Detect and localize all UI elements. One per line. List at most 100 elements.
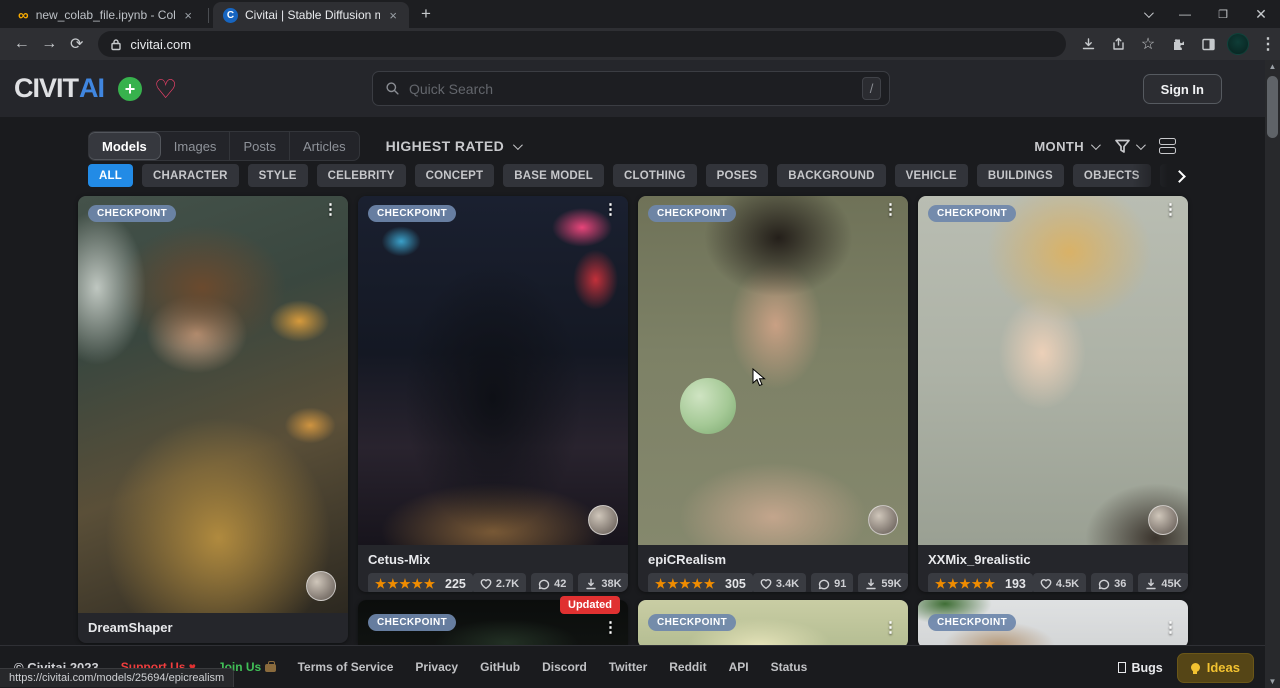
tab-search-icon[interactable] (1128, 7, 1166, 21)
tab-colab[interactable]: ∞ new_colab_file.ipynb - Colaborat × (8, 2, 204, 28)
bugs-link[interactable]: Bugs (1118, 661, 1163, 675)
downloads-count: 45K (1161, 578, 1181, 590)
likes-stat: 4.5K (1033, 573, 1086, 592)
browser-tabstrip: ∞ new_colab_file.ipynb - Colaborat × C C… (0, 0, 1280, 28)
reddit-link[interactable]: Reddit (669, 660, 706, 674)
heart-icon (1040, 578, 1052, 590)
twitter-link[interactable]: Twitter (609, 660, 647, 674)
category-pill[interactable]: BUILDINGS (977, 164, 1064, 187)
card-menu-icon[interactable]: ⋮ (883, 202, 898, 219)
model-card-dreamshaper[interactable]: CHECKPOINT ⋮ DreamShaper (78, 196, 348, 643)
model-card-cetus-mix[interactable]: CHECKPOINT ⋮ Cetus-Mix ★★★★★225 2.7K 42 … (358, 196, 628, 592)
tab-articles[interactable]: Articles (290, 132, 359, 160)
scroll-down-icon[interactable]: ▼ (1265, 677, 1280, 686)
quick-search[interactable]: / (372, 71, 890, 106)
category-pill[interactable]: CHARACTER (142, 164, 239, 187)
status-link[interactable]: Status (771, 660, 808, 674)
privacy-link[interactable]: Privacy (415, 660, 458, 674)
model-card-row2[interactable]: CHECKPOINT ⋮ (638, 600, 908, 648)
likes-count: 2.7K (496, 578, 519, 590)
forward-button[interactable]: → (35, 35, 62, 53)
tab-posts[interactable]: Posts (230, 132, 290, 160)
favorites-heart-icon[interactable]: ♡ (154, 76, 177, 102)
scroll-up-icon[interactable]: ▲ (1265, 62, 1280, 71)
profile-avatar[interactable] (1226, 32, 1250, 56)
terms-link[interactable]: Terms of Service (298, 660, 394, 674)
tab-models[interactable]: Models (88, 132, 161, 160)
browser-toolbar: ← → ⟳ civitai.com ☆ ⋮ (0, 28, 1280, 60)
category-pill[interactable]: VEHICLE (895, 164, 968, 187)
discord-link[interactable]: Discord (542, 660, 587, 674)
comments-stat: 36 (1091, 573, 1133, 592)
creator-avatar[interactable] (306, 571, 336, 601)
model-card-epicrealism[interactable]: CHECKPOINT ⋮ epiCRealism ★★★★★305 3.4K 9… (638, 196, 908, 592)
tab-civitai[interactable]: C Civitai | Stable Diffusion models, × (213, 2, 409, 28)
model-image: CHECKPOINT ⋮ (638, 196, 908, 545)
card-menu-icon[interactable]: ⋮ (323, 202, 338, 219)
api-link[interactable]: API (729, 660, 749, 674)
category-pill[interactable]: BACKGROUND (777, 164, 885, 187)
create-plus-button[interactable]: + (118, 77, 142, 101)
toolbar-icons: ☆ ⋮ (1076, 32, 1280, 56)
category-pill[interactable]: BASE MODEL (503, 164, 604, 187)
sort-dropdown[interactable]: HIGHEST RATED (386, 138, 521, 154)
category-pill[interactable]: POSES (706, 164, 769, 187)
comments-count: 36 (1114, 578, 1126, 590)
checkpoint-badge: CHECKPOINT (648, 205, 736, 222)
ideas-button[interactable]: Ideas (1177, 653, 1254, 683)
categories-scroll-right-icon[interactable] (1170, 166, 1188, 186)
creator-avatar[interactable] (1148, 505, 1178, 535)
github-link[interactable]: GitHub (480, 660, 520, 674)
category-pill-all[interactable]: ALL (88, 164, 133, 187)
likes-stat: 3.4K (753, 573, 806, 592)
close-window-button[interactable]: ✕ (1242, 6, 1280, 23)
reload-button[interactable]: ⟳ (63, 34, 90, 54)
card-menu-icon[interactable]: ⋮ (603, 202, 618, 219)
civitai-logo[interactable]: CIVITAI (14, 73, 104, 104)
model-card-xxmix9realistic[interactable]: CHECKPOINT ⋮ XXMix_9realistic ★★★★★193 4… (918, 196, 1188, 592)
sort-label: HIGHEST RATED (386, 138, 505, 154)
sign-in-button[interactable]: Sign In (1143, 74, 1222, 104)
creator-avatar[interactable] (868, 505, 898, 535)
tab-title: new_colab_file.ipynb - Colaborat (36, 8, 176, 22)
likes-count: 3.4K (776, 578, 799, 590)
link-status-bubble: https://civitai.com/models/25694/epicrea… (0, 668, 234, 687)
category-pill[interactable]: CELEBRITY (317, 164, 406, 187)
comments-stat: 91 (811, 573, 853, 592)
creator-avatar[interactable] (588, 505, 618, 535)
card-size-toggle-icon[interactable] (1159, 138, 1176, 154)
bookmark-star-icon[interactable]: ☆ (1136, 32, 1160, 56)
side-panel-icon[interactable] (1196, 32, 1220, 56)
category-pill[interactable]: CLOTHING (613, 164, 697, 187)
card-menu-icon[interactable]: ⋮ (883, 620, 898, 637)
address-bar[interactable]: civitai.com (98, 31, 1066, 57)
minimize-button[interactable]: — (1166, 7, 1204, 21)
model-card-row2[interactable]: CHECKPOINT ⋮ Updated (358, 600, 628, 648)
category-pill[interactable]: CONCEPT (415, 164, 495, 187)
extensions-icon[interactable] (1166, 32, 1190, 56)
scrollbar-thumb[interactable] (1267, 76, 1278, 138)
back-button[interactable]: ← (8, 35, 35, 53)
page-scrollbar[interactable]: ▲ ▼ (1265, 60, 1280, 688)
filter-dropdown[interactable] (1114, 138, 1143, 154)
search-input[interactable] (409, 81, 853, 97)
card-menu-icon[interactable]: ⋮ (603, 620, 618, 637)
model-image: CHECKPOINT ⋮ (358, 196, 628, 545)
model-card-row2[interactable]: CHECKPOINT ⋮ (918, 600, 1188, 648)
new-tab-button[interactable]: + (421, 4, 431, 24)
period-dropdown[interactable]: MONTH (1034, 139, 1098, 154)
share-icon[interactable] (1106, 32, 1130, 56)
rating-stat: ★★★★★225 (368, 573, 473, 592)
chrome-menu-icon[interactable]: ⋮ (1256, 32, 1280, 56)
card-menu-icon[interactable]: ⋮ (1163, 202, 1178, 219)
tab-images[interactable]: Images (161, 132, 231, 160)
tab-close-icon[interactable]: × (182, 8, 194, 23)
card-menu-icon[interactable]: ⋮ (1163, 620, 1178, 637)
download-icon[interactable] (1076, 32, 1100, 56)
maximize-button[interactable]: ❐ (1204, 8, 1242, 21)
comment-icon (818, 578, 830, 590)
category-pill[interactable]: STYLE (248, 164, 308, 187)
comments-count: 91 (834, 578, 846, 590)
tab-close-icon[interactable]: × (387, 8, 399, 23)
checkpoint-badge: CHECKPOINT (368, 614, 456, 631)
